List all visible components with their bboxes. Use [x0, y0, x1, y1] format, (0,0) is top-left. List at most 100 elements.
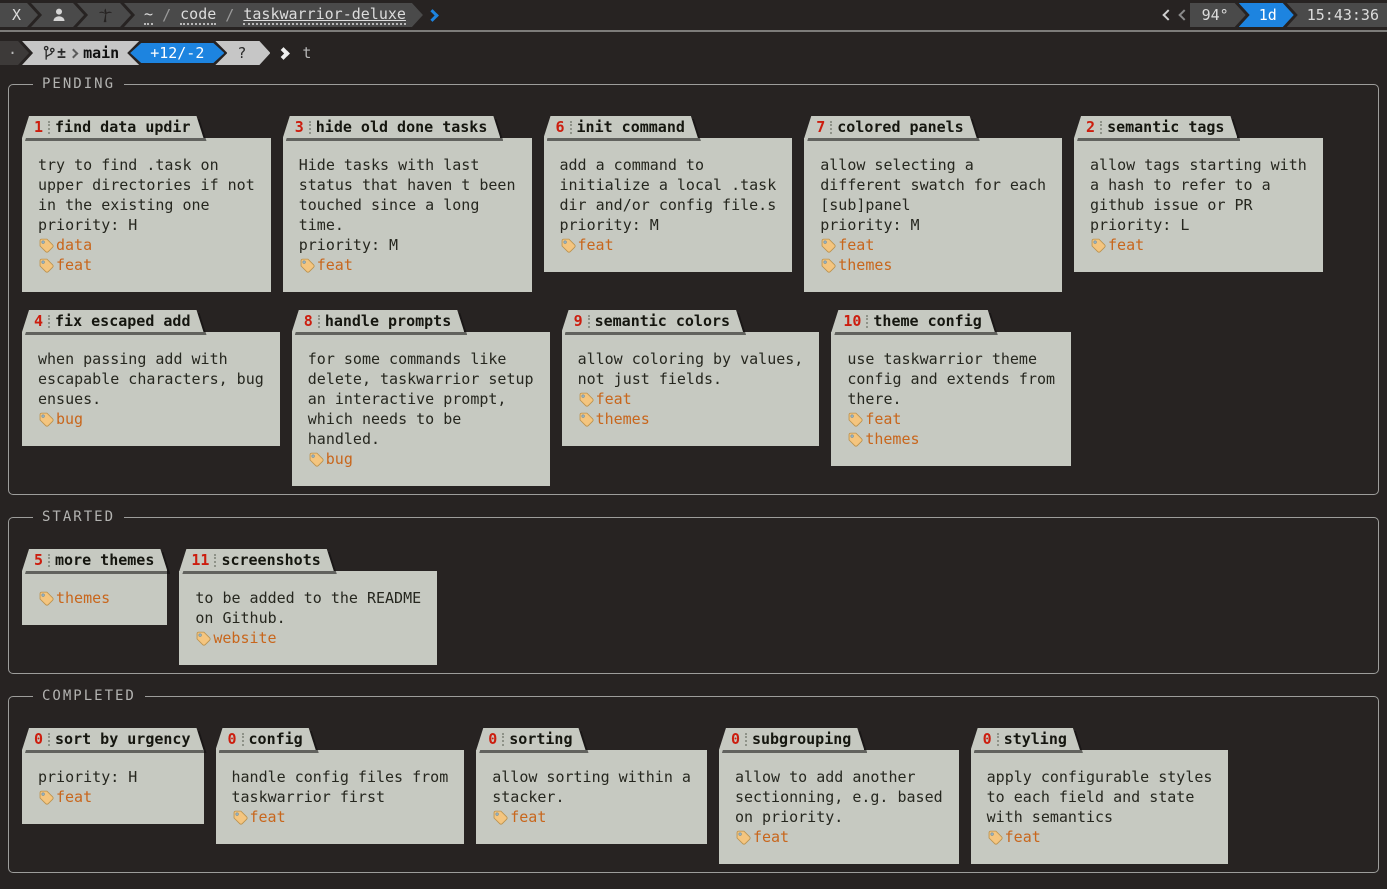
- task-tag[interactable]: feat: [299, 255, 516, 275]
- tab-separator: [866, 315, 868, 328]
- task-tag[interactable]: feat: [987, 827, 1213, 847]
- task-tab-shape: 0sorting: [476, 728, 585, 750]
- task-card[interactable]: 3hide old done tasksHide tasks with last…: [283, 116, 532, 292]
- task-tag[interactable]: themes: [820, 255, 1046, 275]
- task-tag[interactable]: feat: [38, 787, 188, 807]
- task-card[interactable]: 10theme configuse taskwarrior theme conf…: [831, 310, 1071, 466]
- task-card[interactable]: 0sort by urgencypriority: H feat: [22, 728, 204, 824]
- task-tab[interactable]: 10theme config: [831, 310, 994, 332]
- path-repo[interactable]: taskwarrior-deluxe: [243, 5, 406, 25]
- tab-separator: [570, 121, 572, 134]
- tab-separator: [48, 733, 50, 746]
- tag-label: feat: [317, 255, 353, 275]
- task-tag[interactable]: bug: [38, 409, 264, 429]
- task-tab[interactable]: 0config: [216, 728, 316, 750]
- task-tag[interactable]: themes: [38, 588, 151, 608]
- tag-label: feat: [1108, 235, 1144, 255]
- task-tab[interactable]: 2semantic tags: [1074, 116, 1237, 138]
- task-tag[interactable]: feat: [735, 827, 943, 847]
- task-tag[interactable]: feat: [820, 235, 1046, 255]
- untracked-marker: ?: [237, 44, 246, 62]
- command-input[interactable]: t: [302, 44, 311, 62]
- section-completed: COMPLETED 0sort by urgencypriority: H fea…: [8, 688, 1379, 873]
- task-body: add a command to initialize a local .tas…: [544, 138, 793, 272]
- task-card[interactable]: 8handle promptsfor some commands like de…: [292, 310, 550, 486]
- shell-prompt-line: · ± main +12/-2 ? t: [0, 40, 1387, 66]
- tag-label: feat: [56, 255, 92, 275]
- task-tag[interactable]: feat: [578, 389, 804, 409]
- task-card[interactable]: 6init commandadd a command to initialize…: [544, 116, 793, 272]
- task-tag[interactable]: feat: [560, 235, 777, 255]
- path-dir[interactable]: code: [180, 5, 216, 25]
- task-card[interactable]: 9semantic colorsallow coloring by values…: [562, 310, 820, 446]
- task-tab[interactable]: 3hide old done tasks: [283, 116, 501, 138]
- diff-badge[interactable]: +12/-2: [127, 41, 227, 65]
- task-body: allow sorting within a stacker. feat: [476, 750, 707, 844]
- tag-icon: [38, 411, 55, 428]
- task-body: try to find .task on upper directories i…: [22, 138, 271, 292]
- tag-icon: [308, 451, 325, 468]
- task-tab-shape: 4fix escaped add: [22, 310, 204, 332]
- branch-name[interactable]: main: [83, 44, 119, 62]
- task-tag[interactable]: website: [195, 628, 421, 648]
- task-tag[interactable]: themes: [847, 429, 1055, 449]
- task-tab[interactable]: 7colored panels: [804, 116, 976, 138]
- section-started: STARTED5more themes themes11screenshotst…: [8, 509, 1379, 674]
- task-body: use taskwarrior theme config and extends…: [831, 332, 1071, 466]
- task-tab[interactable]: 9semantic colors: [562, 310, 744, 332]
- chevron-left-icon: [1178, 9, 1189, 20]
- task-title: config: [249, 730, 303, 748]
- task-id: 11: [191, 551, 209, 569]
- task-card[interactable]: 0sortingallow sorting within a stacker. …: [476, 728, 707, 844]
- task-id: 4: [34, 312, 43, 330]
- task-body: priority: H feat: [22, 750, 204, 824]
- task-card[interactable]: 11screenshotsto be added to the README o…: [179, 549, 437, 665]
- task-card[interactable]: 5more themes themes: [22, 549, 167, 625]
- task-card[interactable]: 0stylingapply configurable styles to eac…: [971, 728, 1229, 864]
- task-card[interactable]: 0subgroupingallow to add another section…: [719, 728, 959, 864]
- time-value: 15:43:36: [1307, 6, 1379, 24]
- task-tag[interactable]: feat: [1090, 235, 1307, 255]
- card-grid: 5more themes themes11screenshotsto be ad…: [22, 549, 1366, 665]
- task-card[interactable]: 2semantic tagsallow tags starting with a…: [1074, 116, 1323, 272]
- section-label: COMPLETED: [33, 688, 145, 704]
- tag-icon: [847, 431, 864, 448]
- task-tab[interactable]: 0sorting: [476, 728, 585, 750]
- task-tag[interactable]: feat: [38, 255, 255, 275]
- task-tag[interactable]: data: [38, 235, 255, 255]
- task-card[interactable]: 7colored panelsallow selecting a differe…: [804, 116, 1062, 292]
- task-tab-shape: 3hide old done tasks: [283, 116, 501, 138]
- dirty-marker: ±: [57, 44, 66, 62]
- task-tab[interactable]: 8handle prompts: [292, 310, 464, 332]
- task-id: 5: [34, 551, 43, 569]
- task-tag[interactable]: bug: [308, 449, 534, 469]
- git-segment[interactable]: ± main +12/-2 ?: [22, 41, 270, 65]
- task-tab[interactable]: 5more themes: [22, 549, 167, 571]
- task-card[interactable]: 4fix escaped addwhen passing add with es…: [22, 310, 280, 446]
- task-card[interactable]: 1find data updirtry to find .task on upp…: [22, 116, 271, 292]
- task-tag[interactable]: themes: [578, 409, 804, 429]
- tag-icon: [1090, 237, 1107, 254]
- task-tag[interactable]: feat: [492, 807, 691, 827]
- duration-segment: 1d: [1239, 3, 1294, 27]
- task-tab[interactable]: 0subgrouping: [719, 728, 864, 750]
- task-tab[interactable]: 4fix escaped add: [22, 310, 204, 332]
- task-tab[interactable]: 0sort by urgency: [22, 728, 204, 750]
- task-tab[interactable]: 6init command: [544, 116, 698, 138]
- task-tab[interactable]: 11screenshots: [179, 549, 333, 571]
- task-tag[interactable]: feat: [232, 807, 449, 827]
- tab-separator: [309, 121, 311, 134]
- tag-icon: [560, 237, 577, 254]
- close-segment[interactable]: X: [0, 3, 38, 27]
- task-tab[interactable]: 1find data updir: [22, 116, 204, 138]
- tag-icon: [578, 391, 595, 408]
- task-id: 6: [556, 118, 565, 136]
- close-label: X: [12, 6, 21, 24]
- tag-label: themes: [56, 588, 110, 608]
- tag-icon: [735, 829, 752, 846]
- task-tab-shape: 6init command: [544, 116, 698, 138]
- task-tag[interactable]: feat: [847, 409, 1055, 429]
- path-home[interactable]: ~: [144, 5, 153, 25]
- task-card[interactable]: 0confighandle config files from taskwarr…: [216, 728, 465, 844]
- task-tab[interactable]: 0styling: [971, 728, 1080, 750]
